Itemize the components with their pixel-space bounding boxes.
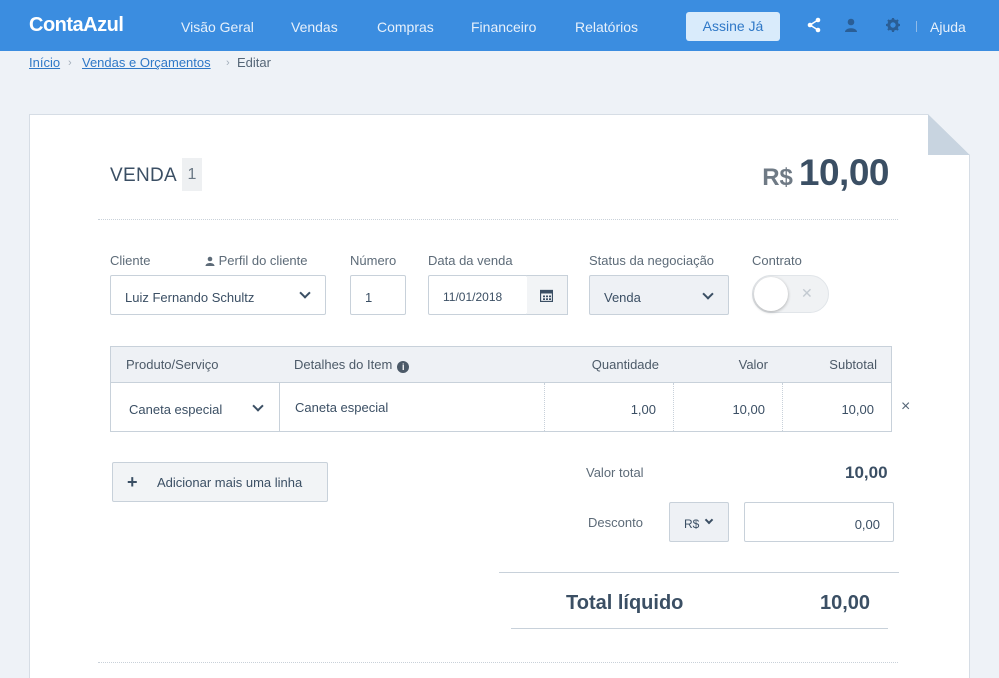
calendar-button[interactable] (527, 275, 568, 315)
column-divider (544, 383, 545, 431)
add-line-button[interactable]: + Adicionar mais uma linha (112, 462, 328, 502)
quantidade-cell[interactable]: 1,00 (631, 402, 656, 417)
column-header-detalhes: Detalhes do Item i (294, 357, 410, 373)
produto-cell: Caneta especial (129, 402, 223, 417)
share-icon[interactable] (806, 17, 822, 33)
breadcrumb-separator-icon: › (226, 57, 230, 69)
produto-select[interactable]: Caneta especial (111, 383, 279, 431)
valor-total-label: Valor total (586, 465, 644, 480)
close-icon: ✕ (801, 285, 813, 301)
total-liquido-label: Total líquido (566, 592, 684, 614)
sale-number-badge: 1 (182, 158, 202, 191)
numero-input[interactable]: 1 (350, 275, 406, 315)
nav-relatorios[interactable]: Relatórios (575, 19, 638, 35)
summary-divider (511, 628, 888, 629)
add-line-label: Adicionar mais uma linha (157, 475, 303, 490)
nav-financeiro[interactable]: Financeiro (471, 19, 536, 35)
app-logo[interactable]: ContaAzul (29, 14, 124, 37)
contrato-toggle[interactable]: ✕ (752, 275, 829, 313)
column-header-subtotal: Subtotal (829, 357, 877, 372)
column-divider (782, 383, 783, 431)
detalhes-cell[interactable]: Caneta especial (295, 400, 388, 415)
chevron-down-icon (299, 287, 311, 299)
valor-total-value: 10,00 (845, 463, 888, 482)
contrato-label: Contrato (752, 253, 802, 268)
discount-type-select[interactable]: R$ (669, 502, 729, 542)
data-venda-value: 11/01/2018 (443, 290, 503, 304)
remove-row-icon[interactable]: × (901, 398, 910, 416)
nav-compras[interactable]: Compras (377, 19, 434, 35)
chevron-down-icon (702, 288, 714, 300)
status-select[interactable]: Venda (589, 275, 729, 315)
data-venda-input[interactable]: 11/01/2018 (428, 275, 528, 315)
items-table: Produto/Serviço Detalhes do Item i Quanti… (110, 346, 892, 432)
cliente-value: Luiz Fernando Schultz (125, 290, 255, 305)
plus-icon: + (127, 472, 138, 492)
column-header-quantidade: Quantidade (591, 357, 659, 372)
cliente-label: Cliente (110, 253, 151, 268)
sale-total-value: 10,00 (798, 152, 890, 193)
subscribe-button[interactable]: Assine Já (686, 12, 780, 41)
discount-input[interactable]: 0,00 (744, 502, 894, 542)
perfil-cliente-label: Perfil do cliente (218, 253, 308, 268)
sale-total-header: R$ 10,00 (762, 152, 889, 194)
breadcrumb-current: Editar (237, 55, 271, 70)
top-navigation-bar: ContaAzul Visão Geral Vendas Compras Fin… (0, 0, 999, 51)
numero-value: 1 (365, 290, 373, 305)
currency-symbol: R$ (762, 164, 793, 191)
total-liquido-value: 10,00 (820, 592, 871, 614)
gear-icon[interactable] (885, 17, 901, 33)
column-divider (279, 383, 280, 431)
user-icon[interactable] (843, 17, 859, 33)
nav-divider (916, 21, 917, 32)
page-title: VENDA (110, 165, 177, 186)
info-icon[interactable]: i (397, 361, 410, 373)
nav-vendas[interactable]: Vendas (291, 19, 338, 35)
valor-cell[interactable]: 10,00 (732, 402, 765, 417)
toggle-knob (754, 277, 788, 311)
chevron-down-icon (704, 515, 714, 525)
breadcrumb-vendas-orcamentos[interactable]: Vendas e Orçamentos (82, 55, 211, 70)
numero-label: Número (350, 253, 397, 268)
column-header-valor: Valor (738, 357, 768, 372)
footer-divider (98, 662, 898, 663)
breadcrumb-inicio[interactable]: Início (29, 55, 60, 70)
cliente-select[interactable]: Luiz Fernando Schultz (110, 275, 326, 315)
discount-type-value: R$ (684, 517, 700, 531)
discount-value: 0,00 (854, 517, 880, 532)
table-header: Produto/Serviço Detalhes do Item i Quanti… (111, 347, 891, 383)
breadcrumb-separator-icon: › (68, 57, 72, 69)
calendar-icon (540, 289, 553, 302)
header-divider (98, 219, 898, 220)
nav-visao-geral[interactable]: Visão Geral (181, 19, 254, 35)
status-label: Status da negociação (589, 253, 715, 268)
subtotal-cell: 10,00 (841, 402, 874, 417)
page-fold-corner (928, 114, 970, 155)
user-icon (205, 256, 215, 266)
data-venda-label: Data da venda (428, 253, 513, 268)
help-link[interactable]: Ajuda (930, 19, 966, 35)
summary-divider (499, 572, 899, 573)
desconto-label: Desconto (588, 515, 643, 530)
chevron-down-icon (252, 400, 264, 412)
perfil-cliente-link[interactable]: Perfil do cliente (205, 253, 308, 268)
column-header-produto: Produto/Serviço (126, 357, 219, 372)
column-divider (673, 383, 674, 431)
status-value: Venda (604, 290, 641, 305)
